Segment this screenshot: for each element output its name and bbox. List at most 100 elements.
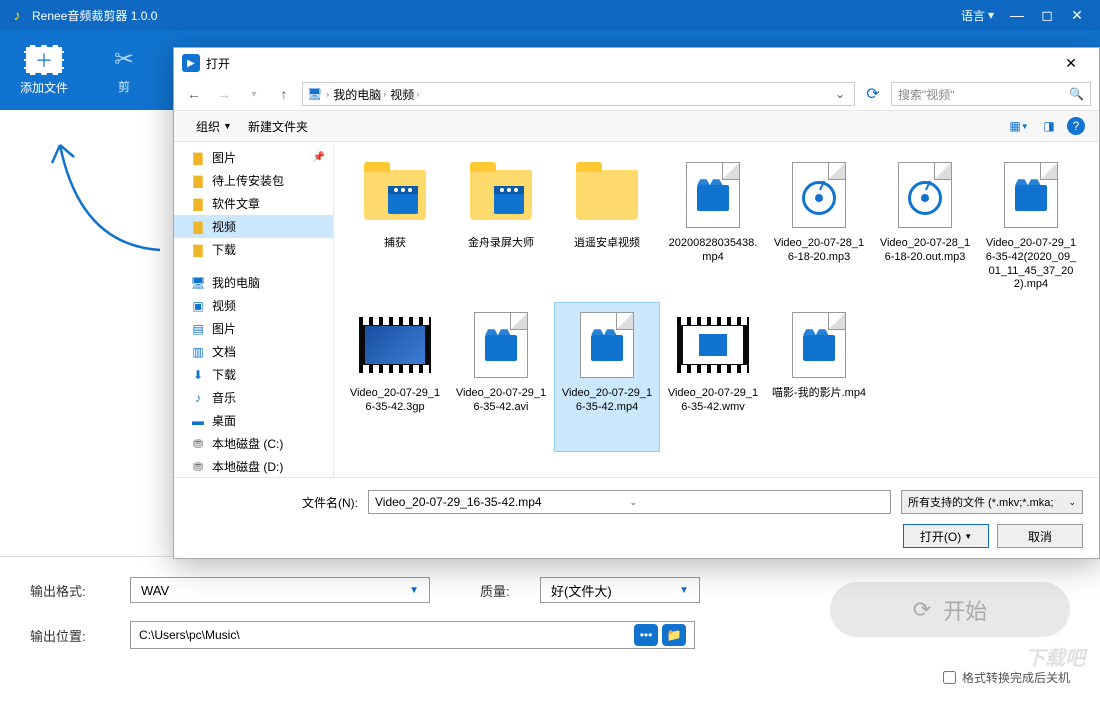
nav-back-button[interactable]: ←	[182, 82, 206, 106]
tree-item[interactable]: ▇下载	[174, 238, 333, 261]
browse-more-button[interactable]: •••	[634, 624, 658, 646]
file-list[interactable]: 捕获金舟录屏大师逍遥安卓视频2020082803543​8.mp4 Video_2…	[334, 142, 1099, 477]
quality-select[interactable]: 好(文件大)▼	[540, 577, 700, 603]
folder-tree[interactable]: ▇图片📌 ▇待上传安装包 ▇软件文章 ▇视频 ▇下载 🖥我的电脑 ▣视频 ▤图片…	[174, 142, 334, 477]
tree-item[interactable]: ▣视频	[174, 294, 333, 317]
video-doc-icon	[465, 309, 537, 381]
tree-item[interactable]: ⛃本地磁盘 (D:)	[174, 455, 333, 477]
tree-item[interactable]: ▇视频	[174, 215, 333, 238]
file-item[interactable]: 逍遥安卓视频	[554, 152, 660, 302]
file-name-label: 2020082803543​8.mp4	[665, 237, 761, 265]
view-mode-button[interactable]: ▦ ▼	[1007, 114, 1031, 138]
cancel-button[interactable]: 取消	[997, 524, 1083, 548]
start-button[interactable]: ⟳ 开始	[830, 582, 1070, 637]
file-item[interactable]: 2020082803543​8.mp4	[660, 152, 766, 302]
open-button[interactable]: 打开(O) ▼	[903, 524, 989, 548]
file-item[interactable]: 喵影-我的影片.​mp4	[766, 302, 872, 452]
file-item[interactable]: Video_20-07-29​_16-35-42.wmv	[660, 302, 766, 452]
video-doc-icon	[995, 159, 1067, 231]
output-location-label: 输出位置:	[30, 626, 130, 645]
folder-icon: ▇	[190, 242, 206, 258]
file-name-label: Video_20-07-28​_16-18-20.mp3	[771, 237, 867, 265]
breadcrumb-segment[interactable]: 我的电脑 ›	[333, 86, 386, 103]
nav-up-button[interactable]: ↑	[272, 82, 296, 106]
download-icon: ⬇	[190, 367, 206, 383]
refresh-button[interactable]: ⟳	[861, 82, 885, 106]
output-format-select[interactable]: WAV▼	[130, 577, 430, 603]
folder-icon: ▇	[190, 219, 206, 235]
organize-menu[interactable]: 组织 ▼	[188, 114, 240, 139]
dialog-toolbar: 组织 ▼ 新建文件夹 ▦ ▼ ◨ ?	[174, 110, 1099, 142]
film-white-icon	[677, 309, 749, 381]
tree-item[interactable]: ⛃本地磁盘 (C:)	[174, 432, 333, 455]
file-item[interactable]: Video_20-07-29​_16-35-42.mp4	[554, 302, 660, 452]
preview-pane-button[interactable]: ◨	[1037, 114, 1061, 138]
search-input[interactable]: 搜索"视频" 🔍	[891, 82, 1091, 106]
audio-doc-icon	[783, 159, 855, 231]
file-name-label: 喵影-我的影片.​mp4	[772, 387, 866, 401]
pc-icon: 🖥	[190, 275, 206, 291]
breadcrumb-segment[interactable]: 视频 ›	[390, 86, 419, 103]
tree-item[interactable]: ▇待上传安装包	[174, 169, 333, 192]
app-title-bar: ♪ Renee音频裁剪器 1.0.0 语言 ▾ — ◻ ✕	[0, 0, 1100, 30]
dialog-footer: 文件名(N): Video_20-07-29_16-35-42.mp4⌄ 所有支…	[174, 477, 1099, 558]
music-icon: ♪	[190, 390, 206, 406]
dialog-close-button[interactable]: ✕	[1051, 50, 1091, 76]
language-menu[interactable]: 语言 ▾	[961, 7, 994, 24]
add-file-button[interactable]: ＋ 添加文件	[20, 45, 68, 96]
tree-item[interactable]: ♪音乐	[174, 386, 333, 409]
folder-icon: ▇	[190, 150, 206, 166]
app-title: Renee音频裁剪器 1.0.0	[32, 7, 961, 24]
folder-icon	[359, 159, 431, 231]
chevron-down-icon[interactable]: ⌄	[630, 497, 885, 508]
file-item[interactable]: Video_20-07-28​_16-18-20.out.​mp3	[872, 152, 978, 302]
help-button[interactable]: ?	[1067, 117, 1085, 135]
close-button[interactable]: ✕	[1062, 0, 1092, 30]
file-item[interactable]: Video_20-07-29​_16-35-42.3gp	[342, 302, 448, 452]
minimize-button[interactable]: —	[1002, 0, 1032, 30]
scissors-icon: ✂	[108, 46, 140, 74]
quality-label: 质量:	[480, 581, 540, 600]
video-doc-icon	[571, 309, 643, 381]
guide-arrow-icon	[30, 115, 180, 265]
file-item[interactable]: Video_20-07-29​_16-35-42.avi	[448, 302, 554, 452]
nav-forward-button[interactable]: →	[212, 82, 236, 106]
file-name-label: Video_20-07-28​_16-18-20.out.​mp3	[877, 237, 973, 265]
nav-recent-button[interactable]: ▾	[242, 82, 266, 106]
add-file-icon: ＋	[24, 45, 64, 75]
search-icon: 🔍	[1069, 87, 1084, 101]
tree-item[interactable]: ⬇下载	[174, 363, 333, 386]
tree-item[interactable]: ▇软件文章	[174, 192, 333, 215]
file-name-label: Video_20-07-29​_16-35-42(2020​_09_01_11_…	[983, 237, 1079, 292]
file-name-label: Video_20-07-29​_16-35-42.wmv	[665, 387, 761, 415]
refresh-icon: ⟳	[913, 597, 931, 623]
tree-item[interactable]: ▬桌面	[174, 409, 333, 432]
file-item[interactable]: 金舟录屏大师	[448, 152, 554, 302]
address-bar[interactable]: 🖥 › 我的电脑 › 视频 › ⌄	[302, 82, 855, 106]
disk-icon: ⛃	[190, 459, 206, 475]
tree-item[interactable]: ▥文档	[174, 340, 333, 363]
maximize-button[interactable]: ◻	[1032, 0, 1062, 30]
new-folder-button[interactable]: 新建文件夹	[240, 114, 316, 139]
file-item[interactable]: Video_20-07-29​_16-35-42(2020​_09_01_11_…	[978, 152, 1084, 302]
chevron-down-icon: ▼	[409, 585, 419, 596]
pc-icon: 🖥	[307, 87, 322, 101]
chevron-down-icon: ▼	[679, 585, 689, 596]
folder-icon: ▇	[190, 196, 206, 212]
tree-item[interactable]: ▇图片📌	[174, 146, 333, 169]
file-name-label: Video_20-07-29​_16-35-42.3gp	[347, 387, 443, 415]
file-item[interactable]: 捕获	[342, 152, 448, 302]
address-dropdown-button[interactable]: ⌄	[830, 87, 850, 101]
shutdown-checkbox[interactable]: 格式转换完成后关机	[943, 669, 1070, 686]
output-location-input[interactable]: ••• 📁	[130, 621, 695, 649]
file-filter-select[interactable]: 所有支持的文件 (*.mkv;*.mka;⌄	[901, 490, 1083, 514]
picture-icon: ▤	[190, 321, 206, 337]
tree-item[interactable]: ▤图片	[174, 317, 333, 340]
filename-input[interactable]: Video_20-07-29_16-35-42.mp4⌄	[368, 490, 891, 514]
cut-button[interactable]: ✂ 剪	[108, 46, 140, 95]
file-item[interactable]: Video_20-07-28​_16-18-20.mp3	[766, 152, 872, 302]
open-folder-button[interactable]: 📁	[662, 624, 686, 646]
file-name-label: Video_20-07-29​_16-35-42.mp4	[559, 387, 655, 415]
tree-item[interactable]: 🖥我的电脑	[174, 271, 333, 294]
document-icon: ▥	[190, 344, 206, 360]
